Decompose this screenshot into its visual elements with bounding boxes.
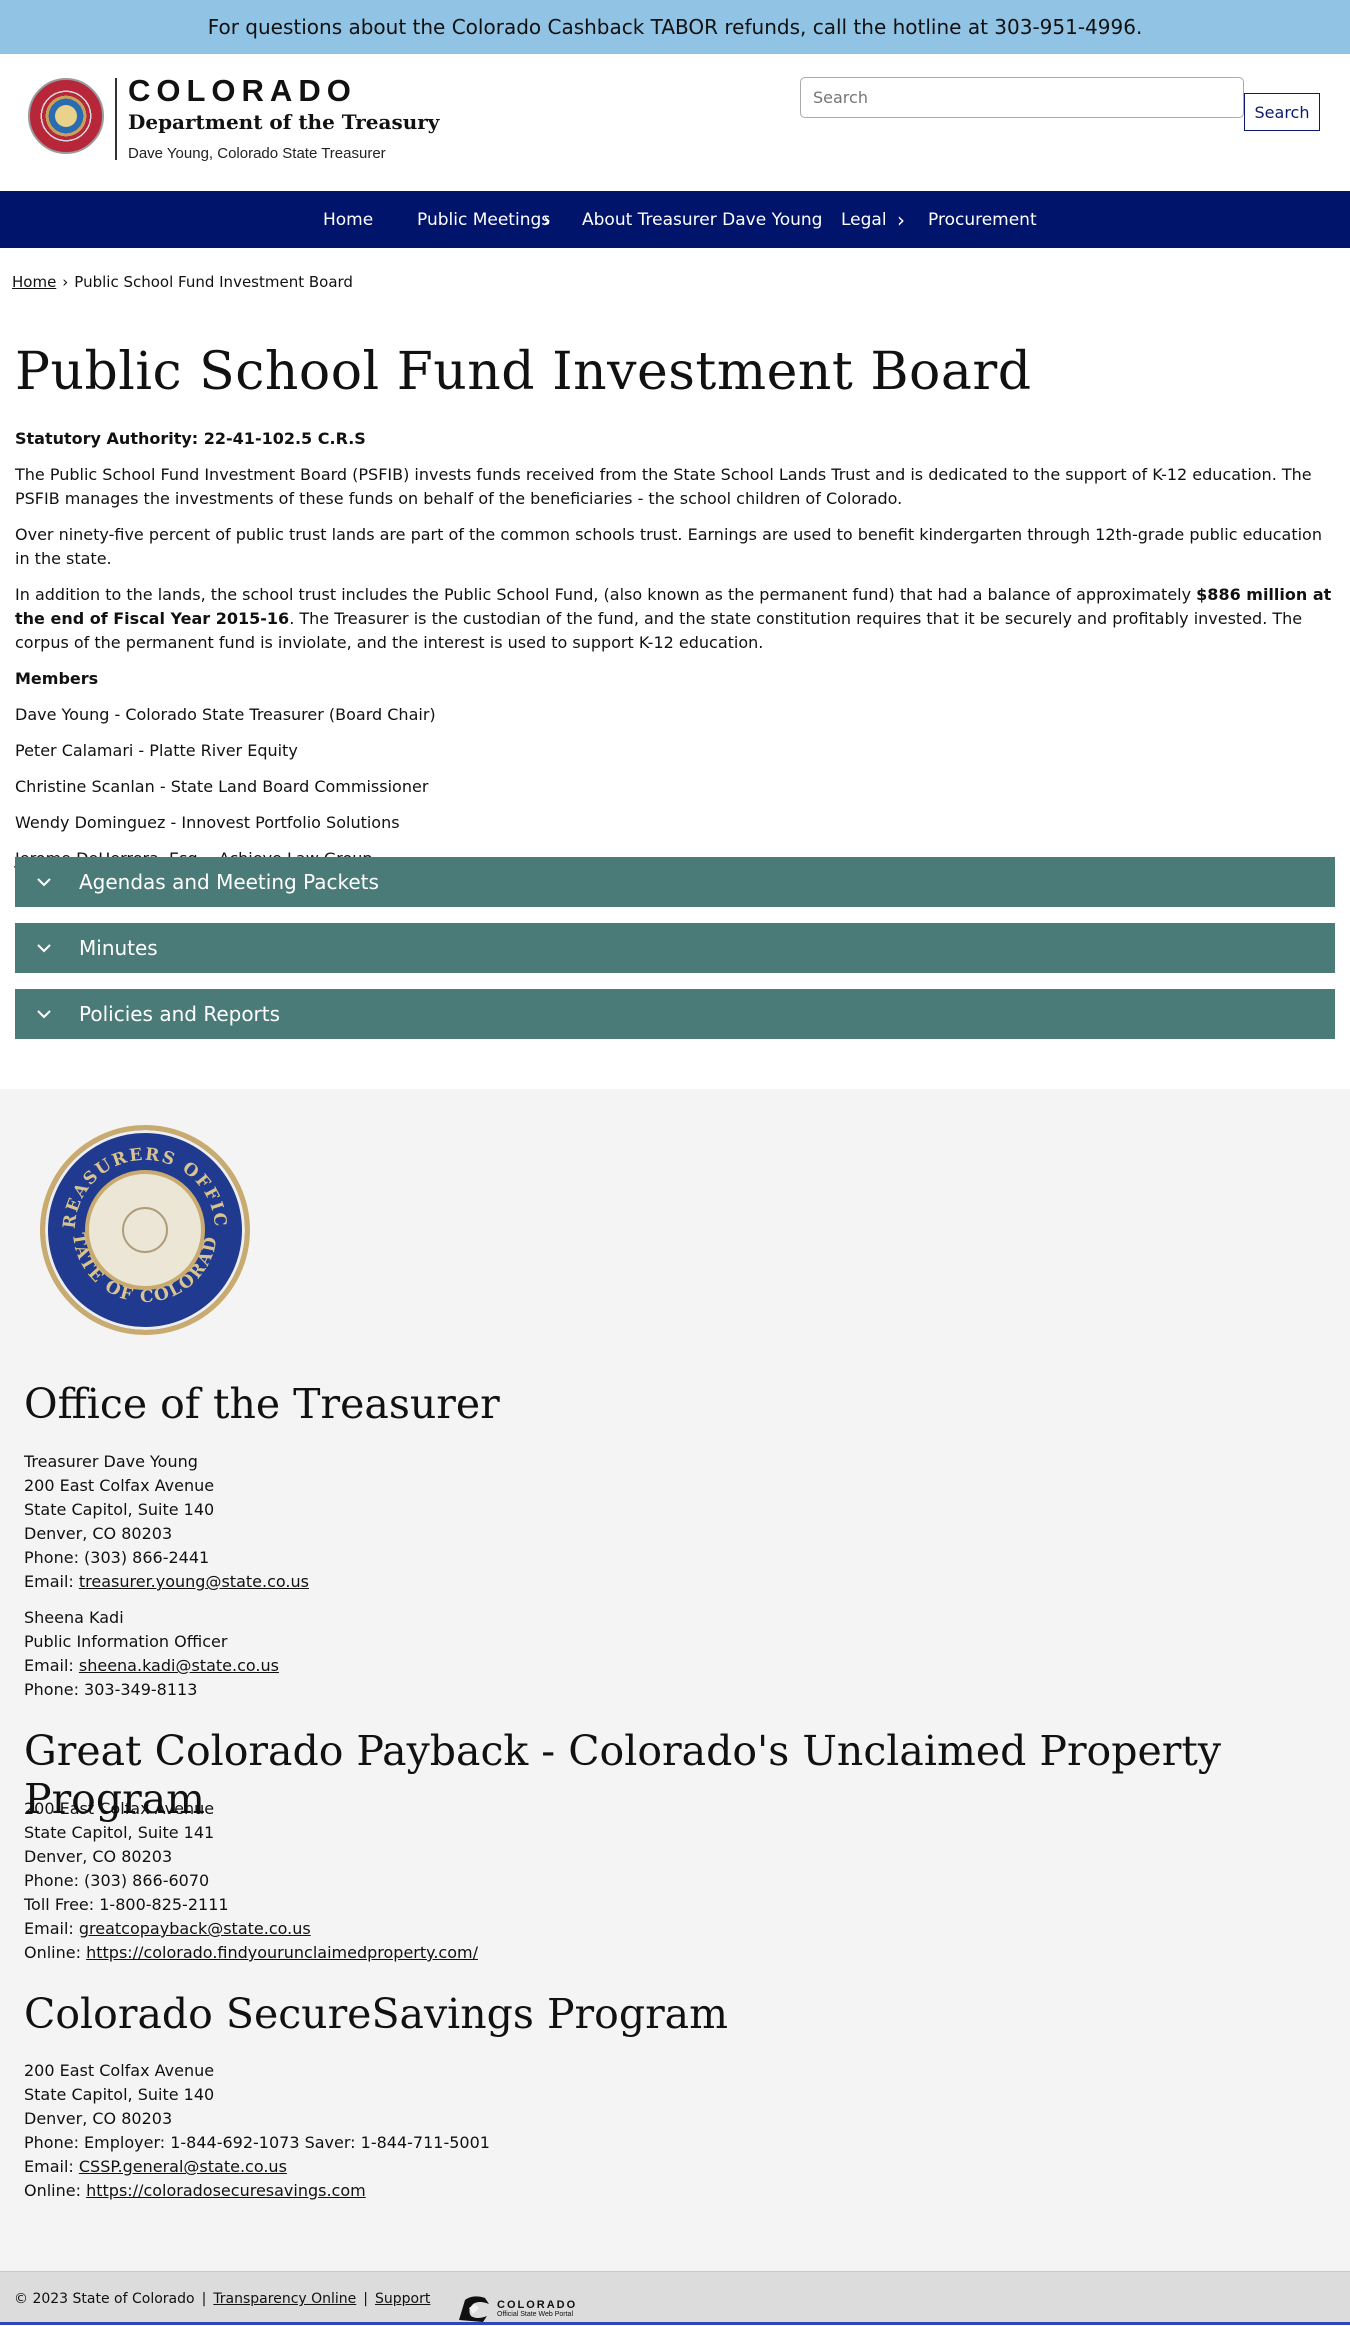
logo-title[interactable]: COLORADO xyxy=(128,73,357,109)
search-input[interactable] xyxy=(800,77,1244,118)
page-title: Public School Fund Investment Board xyxy=(15,342,1032,402)
office-line: Phone: (303) 866-2441 xyxy=(24,1548,210,1567)
securesavings-line: State Capitol, Suite 140 xyxy=(24,2085,215,2104)
payback-online-link[interactable]: https://colorado.findyourunclaimedproper… xyxy=(86,1943,478,1962)
chevron-right-icon[interactable]: › xyxy=(543,191,551,248)
accordion-label: Agendas and Meeting Packets xyxy=(79,870,379,894)
treasurer-seal-image: TREASURERS OFFICE STATE OF COLORADO xyxy=(40,1125,250,1335)
member-item: Dave Young - Colorado State Treasurer (B… xyxy=(15,705,436,724)
support-link[interactable]: Support xyxy=(375,2291,430,2307)
payback-contact: 200 East Colfax Avenue State Capitol, Su… xyxy=(24,1797,478,1965)
chevron-down-icon xyxy=(33,877,55,887)
office-contact: Treasurer Dave Young 200 East Colfax Ave… xyxy=(24,1450,309,1702)
office-line: Denver, CO 80203 xyxy=(24,1524,173,1543)
statutory-authority: Statutory Authority: 22-41-102.5 C.R.S xyxy=(15,429,366,448)
chevron-down-icon xyxy=(33,943,55,953)
office-heading: Office of the Treasurer xyxy=(24,1380,500,1428)
nav-item-home[interactable]: Home xyxy=(323,191,373,248)
online-label: Online: xyxy=(24,1943,87,1962)
logo-department[interactable]: Department of the Treasury xyxy=(128,110,439,134)
payback-line: Toll Free: 1-800-825-2111 xyxy=(24,1895,229,1914)
office-line: 200 East Colfax Avenue xyxy=(24,1476,215,1495)
member-item: Wendy Dominguez - Innovest Portfolio Sol… xyxy=(15,813,400,832)
chevron-right-icon[interactable]: › xyxy=(897,191,905,248)
pio-phone: Phone: 303-349-8113 xyxy=(24,1680,198,1699)
main-nav: Home Public Meetings › About Treasurer D… xyxy=(0,191,1350,248)
portal-title: COLORADO xyxy=(497,2298,578,2311)
treasurer-email-link[interactable]: treasurer.young@state.co.us xyxy=(79,1572,309,1591)
payback-line: 200 East Colfax Avenue xyxy=(24,1799,215,1818)
intro-paragraph: The Public School Fund Investment Board … xyxy=(15,465,1312,508)
accordion-agendas[interactable]: Agendas and Meeting Packets xyxy=(15,857,1335,907)
breadcrumb-current: Public School Fund Investment Board xyxy=(74,273,353,291)
email-label: Email: xyxy=(24,1656,79,1675)
office-line: Treasurer Dave Young xyxy=(24,1452,198,1471)
payback-line: Denver, CO 80203 xyxy=(24,1847,173,1866)
online-label: Online: xyxy=(24,2181,87,2200)
fund-text-start: In addition to the lands, the school tru… xyxy=(15,585,1197,604)
nav-item-about-treasurer[interactable]: About Treasurer Dave Young xyxy=(582,191,822,248)
bottom-links: © 2023 State of Colorado | Transparency On… xyxy=(14,2291,430,2307)
accordion-label: Minutes xyxy=(79,936,158,960)
copyright: © 2023 State of Colorado xyxy=(14,2291,195,2307)
accordion-minutes[interactable]: Minutes xyxy=(15,923,1335,973)
pio-email-link[interactable]: sheena.kadi@state.co.us xyxy=(79,1656,279,1675)
securesavings-line: 200 East Colfax Avenue xyxy=(24,2061,215,2080)
logo-subtitle: Dave Young, Colorado State Treasurer xyxy=(128,145,386,162)
payback-line: Phone: (303) 866-6070 xyxy=(24,1871,210,1890)
securesavings-heading: Colorado SecureSavings Program xyxy=(24,1990,729,2038)
breadcrumb-home-link[interactable]: Home xyxy=(12,273,56,291)
alert-banner: For questions about the Colorado Cashbac… xyxy=(0,0,1350,54)
securesavings-online-link[interactable]: https://coloradosecuresavings.com xyxy=(86,2181,366,2200)
accordion-policies[interactable]: Policies and Reports xyxy=(15,989,1335,1039)
fund-paragraph: In addition to the lands, the school tru… xyxy=(15,583,1335,655)
payback-line: State Capitol, Suite 141 xyxy=(24,1823,215,1842)
nav-item-procurement[interactable]: Procurement xyxy=(928,191,1037,248)
email-label: Email: xyxy=(24,1572,79,1591)
office-line: State Capitol, Suite 140 xyxy=(24,1500,215,1519)
alert-text: For questions about the Colorado Cashbac… xyxy=(207,15,1143,39)
trust-paragraph: Over ninety-five percent of public trust… xyxy=(15,525,1322,568)
members-heading: Members xyxy=(15,669,99,688)
colorado-portal-logo[interactable]: COLORADO Official State Web Portal xyxy=(455,2294,577,2322)
securesavings-line: Phone: Employer: 1-844-692-1073 Saver: 1… xyxy=(24,2133,490,2152)
payback-email-link[interactable]: greatcopayback@state.co.us xyxy=(79,1919,311,1938)
securesavings-contact: 200 East Colfax Avenue State Capitol, Su… xyxy=(24,2059,490,2203)
pipe-divider: | xyxy=(201,2291,207,2307)
email-label: Email: xyxy=(24,2157,79,2176)
search-button[interactable]: Search xyxy=(1244,93,1320,131)
transparency-link[interactable]: Transparency Online xyxy=(213,2291,356,2307)
colorado-c-icon xyxy=(455,2294,491,2322)
pipe-divider: | xyxy=(363,2291,369,2307)
pio-name: Sheena Kadi xyxy=(24,1608,124,1627)
member-item: Christine Scanlan - State Land Board Com… xyxy=(15,777,429,796)
nav-item-legal[interactable]: Legal xyxy=(841,191,887,248)
breadcrumb-separator: › xyxy=(62,273,69,291)
chevron-down-icon xyxy=(33,1009,55,1019)
securesavings-email-link[interactable]: CSSP.general@state.co.us xyxy=(79,2157,287,2176)
email-label: Email: xyxy=(24,1919,79,1938)
nav-item-public-meetings[interactable]: Public Meetings xyxy=(417,191,550,248)
portal-subtitle: Official State Web Portal xyxy=(497,2310,573,2318)
logo-divider xyxy=(115,78,117,160)
breadcrumb: Home › Public School Fund Investment Board xyxy=(12,273,353,291)
accordion-label: Policies and Reports xyxy=(79,1002,281,1026)
pio-title: Public Information Officer xyxy=(24,1632,228,1651)
seal-logo[interactable] xyxy=(28,78,104,154)
main-content: Statutory Authority: 22-41-102.5 C.R.S T… xyxy=(15,427,1335,883)
member-item: Peter Calamari - Platte River Equity xyxy=(15,741,298,760)
securesavings-line: Denver, CO 80203 xyxy=(24,2109,173,2128)
